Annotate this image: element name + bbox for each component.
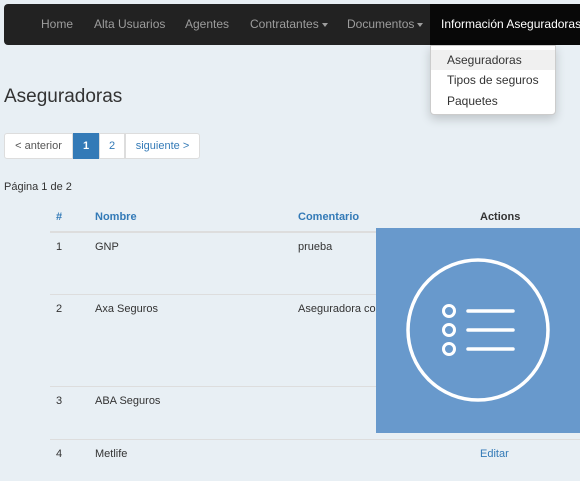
nav-contratantes[interactable]: Contratantes xyxy=(250,4,328,45)
nav-documentos[interactable]: Documentos xyxy=(347,4,424,45)
pagination-prev-button[interactable]: < anterior xyxy=(4,133,73,159)
aseguradoras-dropdown-menu: Aseguradoras Tipos de seguros Paquetes xyxy=(430,45,556,115)
row-1-name: GNP xyxy=(95,241,119,253)
list-overlay-panel xyxy=(376,228,580,433)
menu-item-paquetes[interactable]: Paquetes xyxy=(431,91,555,111)
page-title: Aseguradoras xyxy=(4,86,123,107)
caret-down-icon xyxy=(417,22,424,27)
row-4-name: Metlife xyxy=(95,448,128,460)
row-4-number: 4 xyxy=(56,448,63,460)
row-1-number: 1 xyxy=(56,241,63,253)
row-3-name: ABA Seguros xyxy=(95,395,161,407)
row-2-name: Axa Seguros xyxy=(95,303,158,315)
pagination-page-1[interactable]: 1 xyxy=(73,133,99,159)
row-2-number: 2 xyxy=(56,303,63,315)
row-divider xyxy=(50,439,580,440)
top-navbar: Home Alta Usuarios Agentes Contratantes … xyxy=(4,4,580,45)
caret-down-icon xyxy=(321,22,328,27)
nav-documentos-label: Documentos xyxy=(347,17,415,31)
column-header-comentario[interactable]: Comentario xyxy=(298,211,359,223)
column-header-number[interactable]: # xyxy=(56,211,62,223)
nav-alta-usuarios[interactable]: Alta Usuarios xyxy=(94,4,165,45)
pagination-info: Página 1 de 2 xyxy=(4,181,72,193)
list-icon xyxy=(406,258,550,402)
menu-item-tipos-de-seguros[interactable]: Tipos de seguros xyxy=(431,70,555,90)
nav-contratantes-label: Contratantes xyxy=(250,17,319,31)
pagination-next-button[interactable]: siguiente > xyxy=(125,133,200,159)
nav-informacion-aseguradoras[interactable]: Información Aseguradoras xyxy=(430,4,580,45)
column-header-actions: Actions xyxy=(480,211,521,223)
nav-home[interactable]: Home xyxy=(41,4,73,45)
pagination-page-2[interactable]: 2 xyxy=(99,133,125,159)
row-4-edit-link[interactable]: Editar xyxy=(480,448,509,460)
menu-item-aseguradoras[interactable]: Aseguradoras xyxy=(431,50,555,70)
row-1-comment: prueba xyxy=(298,241,333,253)
row-2-comment: Aseguradora co xyxy=(298,303,376,315)
column-header-nombre[interactable]: Nombre xyxy=(95,211,137,223)
row-3-number: 3 xyxy=(56,395,63,407)
nav-informacion-aseguradoras-label: Información Aseguradoras xyxy=(441,17,580,31)
nav-agentes[interactable]: Agentes xyxy=(185,4,229,45)
